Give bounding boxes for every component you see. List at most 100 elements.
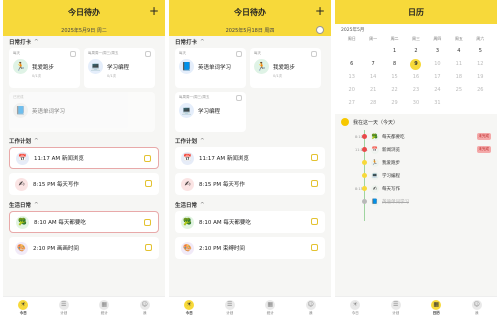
timeline-row[interactable]: 11:17...📅新闻浏览未完成 xyxy=(355,143,497,156)
todo-item[interactable]: 🥦 8:10 AM 每天都要吃 xyxy=(9,211,159,233)
calendar-day[interactable]: 1 xyxy=(384,45,405,58)
calendar-day[interactable]: 25 xyxy=(448,84,469,97)
calendar-day[interactable]: 30 xyxy=(405,97,426,110)
timeline-row[interactable]: 💻 学习编程 xyxy=(355,169,497,182)
section-work-header[interactable]: 工作计划 ^ xyxy=(3,135,165,147)
calendar-day[interactable]: 19 xyxy=(470,71,491,84)
timeline-dot xyxy=(362,199,367,204)
todo-item[interactable]: 🥦 8:10 AM 每天都要吃 xyxy=(175,211,325,233)
tab-me[interactable]: ☺ 我 xyxy=(139,299,150,316)
card-name: 学习编程 xyxy=(198,108,221,115)
add-button[interactable]: + xyxy=(149,4,159,18)
timeline-row[interactable]: 8:15... ✍ 每天写作 xyxy=(355,182,497,195)
tab-me[interactable]: ☺ 我 xyxy=(471,299,482,316)
calendar-day[interactable]: 7 xyxy=(362,58,383,71)
section-work-header[interactable]: 工作计划 ^ xyxy=(169,135,331,147)
tab-today[interactable]: ☀ 今日 xyxy=(184,299,195,316)
calendar-day[interactable]: 23 xyxy=(405,84,426,97)
timeline-row[interactable]: 🏃 我爱跑步 xyxy=(355,156,497,169)
checkbox[interactable] xyxy=(311,51,317,57)
bottom-tab-bar: ☀ 今日 ☰ 计划 ▦ 统计 ☺ 我 xyxy=(169,296,331,318)
weekday-label: 周四 xyxy=(433,36,442,41)
tab-stats[interactable]: ▦ 统计 xyxy=(265,299,276,316)
calendar-day[interactable]: 15 xyxy=(384,71,405,84)
checkbox[interactable] xyxy=(145,180,152,187)
checkbox[interactable] xyxy=(236,51,242,57)
checkbox[interactable] xyxy=(145,244,152,251)
tab-plan[interactable]: ☰ 计划 xyxy=(390,299,401,316)
calendar-day[interactable]: 4 xyxy=(448,45,469,58)
calendar-day[interactable]: 6 xyxy=(341,58,362,71)
add-button[interactable]: + xyxy=(315,4,325,18)
tab-today[interactable]: ☀ 今日 xyxy=(18,299,29,316)
todo-item[interactable]: 📅 11:17 AM 新闻浏览 xyxy=(175,147,325,169)
palette-icon: 🎨 xyxy=(15,241,28,255)
checkbox[interactable] xyxy=(311,244,318,251)
checkbox[interactable] xyxy=(144,219,151,226)
calendar-day[interactable]: 12 xyxy=(470,58,491,71)
calendar-day[interactable]: 28 xyxy=(362,97,383,110)
sun-icon: ☀ xyxy=(184,299,195,310)
checkin-card[interactable]: 每周周一/周三/周五 💻 学习编程 0/1次 xyxy=(84,48,155,88)
tab-calendar[interactable]: ▦ 日历 xyxy=(431,299,442,316)
checkin-card[interactable]: 每周周一/周三/周五 💻 学习编程 xyxy=(175,92,246,132)
calendar-day[interactable]: 17 xyxy=(427,71,448,84)
pen-icon: ✍ xyxy=(181,177,194,191)
tab-today[interactable]: ☀ 今日 xyxy=(350,299,361,316)
section-checkin-header[interactable]: 日常打卡 ^ xyxy=(3,36,165,48)
calendar-day[interactable]: 20 xyxy=(341,84,362,97)
calendar-day[interactable]: 9 xyxy=(410,59,422,70)
checkbox[interactable] xyxy=(145,51,151,57)
checkbox[interactable] xyxy=(144,155,151,162)
tab-stats[interactable]: ▦ 统计 xyxy=(99,299,110,316)
calendar-day[interactable]: 18 xyxy=(448,71,469,84)
clock-icon[interactable] xyxy=(316,26,324,34)
tab-label: 我 xyxy=(309,310,313,315)
calendar-day[interactable]: 13 xyxy=(341,71,362,84)
calendar-day[interactable]: 3 xyxy=(427,45,448,58)
checkin-card[interactable]: 每天 🏃 我爱跑步 0/1次 xyxy=(250,48,321,88)
section-life-header[interactable]: 生活日常 ^ xyxy=(169,199,331,211)
checkbox[interactable] xyxy=(311,154,318,161)
section-life-header[interactable]: 生活日常 ^ xyxy=(3,199,165,211)
todo-item[interactable]: ✍ 8:15 PM 每天写作 xyxy=(175,173,325,195)
calendar-day[interactable]: 27 xyxy=(341,97,362,110)
calendar-day[interactable]: 29 xyxy=(384,97,405,110)
checkbox[interactable] xyxy=(311,180,318,187)
task-icon: 📘 xyxy=(371,197,379,206)
section-checkin-header[interactable]: 日常打卡 ^ xyxy=(169,36,331,48)
timeline-row-empty xyxy=(355,208,497,221)
calendar-day[interactable]: 2 xyxy=(405,45,426,58)
checkbox[interactable] xyxy=(70,51,76,57)
calendar-day[interactable]: 31 xyxy=(427,97,448,110)
card-name: 我爱跑步 xyxy=(273,64,296,71)
checkin-card-done[interactable]: 已完成 📘 英语单词学习 xyxy=(9,92,155,132)
calendar-day[interactable]: 22 xyxy=(384,84,405,97)
checkbox[interactable] xyxy=(311,218,318,225)
checkin-card[interactable]: 每天 📘 英语单词学习 xyxy=(175,48,246,88)
pen-icon: ✍ xyxy=(15,177,28,191)
todo-item[interactable]: 📅 11:17 AM 新闻浏览 xyxy=(9,147,159,169)
calendar-day[interactable]: 14 xyxy=(362,71,383,84)
tab-plan[interactable]: ☰ 计划 xyxy=(224,299,235,316)
timeline-label: 我爱跑步 xyxy=(382,160,400,166)
card-frequency: 每周周一/周三/周五 xyxy=(179,95,210,99)
calendar-day[interactable]: 26 xyxy=(470,84,491,97)
calendar-day[interactable]: 11 xyxy=(448,58,469,71)
calendar-day[interactable]: 10 xyxy=(427,58,448,71)
timeline-row[interactable]: 📘 英语单词学习 xyxy=(355,195,497,208)
tab-me[interactable]: ☺ 我 xyxy=(305,299,316,316)
calendar-day[interactable]: 8 xyxy=(384,58,405,71)
calendar-day[interactable]: 5 xyxy=(470,45,491,58)
calendar-day[interactable]: 21 xyxy=(362,84,383,97)
todo-item[interactable]: 🎨 2:10 PM 束缚时间 xyxy=(175,237,325,259)
checkbox[interactable] xyxy=(236,95,242,101)
todo-item[interactable]: ✍ 8:15 PM 每天写作 xyxy=(9,173,159,195)
calendar-day[interactable]: 24 xyxy=(427,84,448,97)
calendar-day[interactable]: 16 xyxy=(405,71,426,84)
timeline-row[interactable]: 8:10... 🥦 每天都要吃 未完成 xyxy=(355,130,497,143)
day-grid: 1 2 3 4 5 6 7 8 9 10 11 12 13 14 15 16 17 18 19 20 21 22 23 24 2… xyxy=(341,45,491,110)
tab-plan[interactable]: ☰ 计划 xyxy=(58,299,69,316)
checkin-card[interactable]: 每天 🏃 我爱跑步 0/1次 xyxy=(9,48,80,88)
todo-item[interactable]: 🎨 2:10 PM 画画时间 xyxy=(9,237,159,259)
